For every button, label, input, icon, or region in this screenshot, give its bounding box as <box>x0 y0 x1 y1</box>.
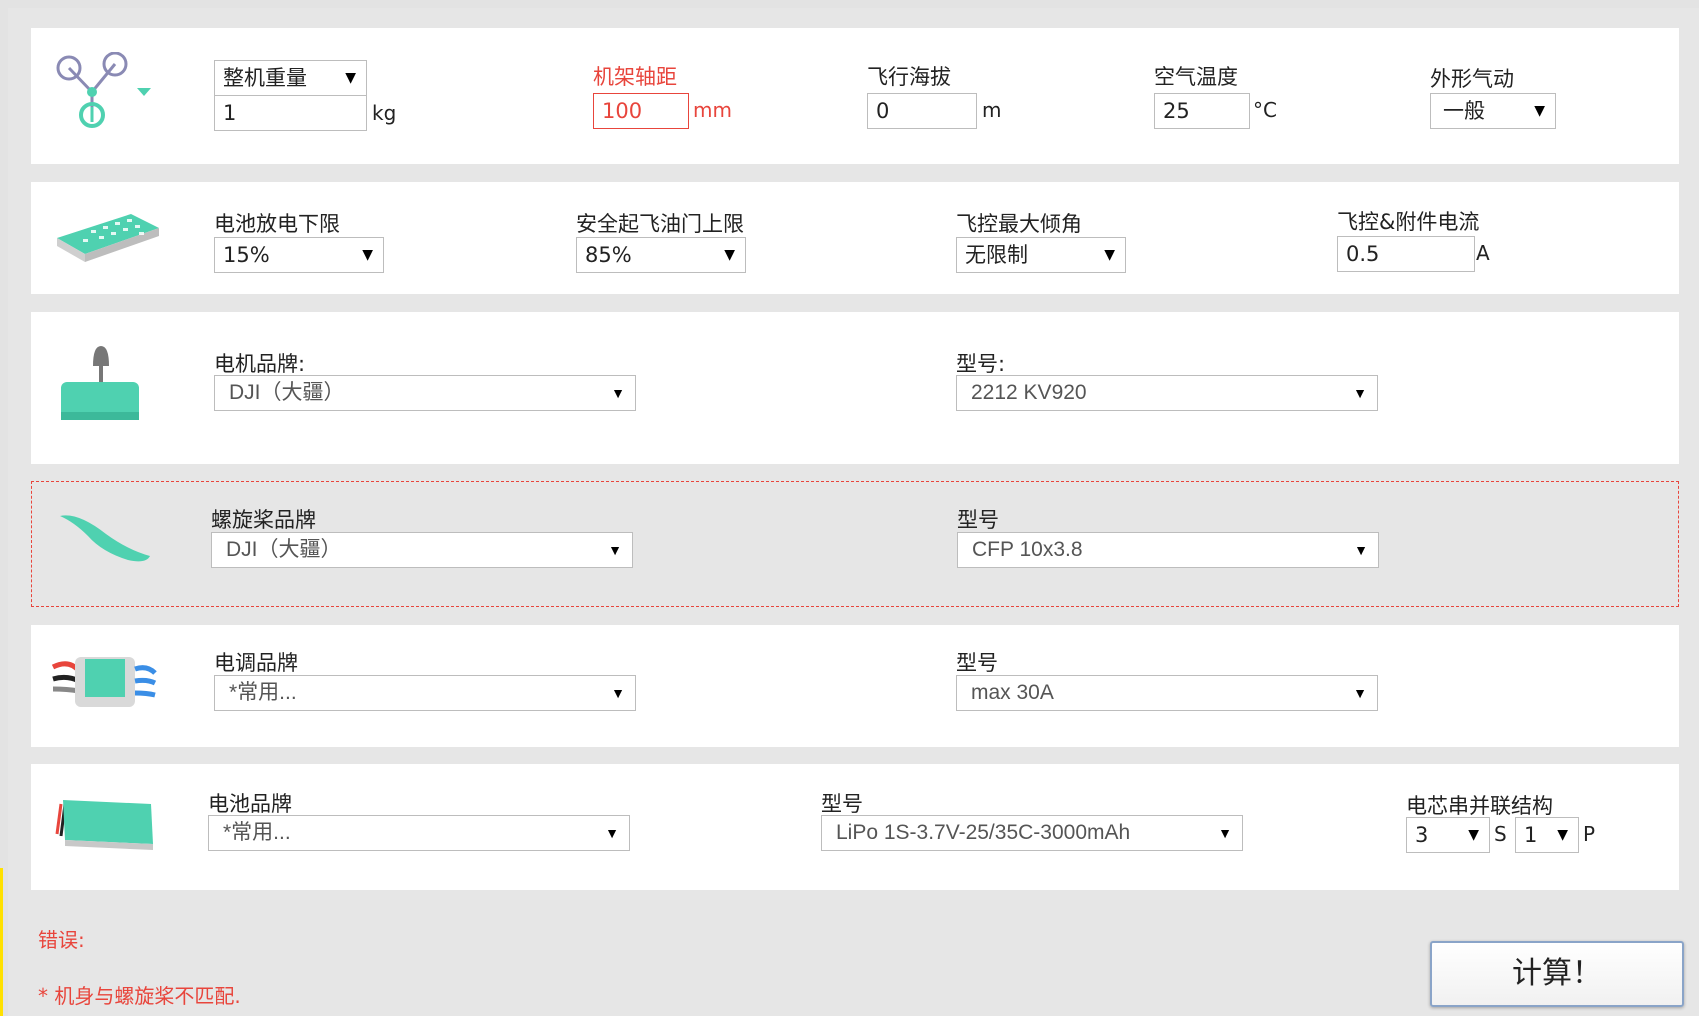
altitude-input[interactable]: 0 <box>867 93 977 129</box>
accessory-current-unit: A <box>1476 241 1490 265</box>
motor-panel: 电机品牌: DJI（大疆） 型号: 2212 KV920 <box>31 312 1679 464</box>
throttle-limit-select[interactable]: 85% <box>576 237 746 273</box>
weight-unit: kg <box>372 101 397 125</box>
series-unit: S <box>1494 822 1507 846</box>
accessory-current-label: 飞控&附件电流 <box>1337 210 1480 234</box>
battery-panel: 电池品牌 *常用... 型号 LiPo 1S-3.7V-25/35C-3000m… <box>31 764 1679 890</box>
aerodynamics-label: 外形气动 <box>1430 67 1514 91</box>
parallel-unit: P <box>1583 822 1596 846</box>
flight-controller-board-icon <box>57 214 159 262</box>
throttle-limit-label: 安全起飞油门上限 <box>576 212 744 236</box>
propeller-brand-select[interactable]: DJI（大疆） <box>211 532 633 568</box>
esc-icon <box>51 657 157 707</box>
altitude-label: 飞行海拔 <box>867 65 951 89</box>
motor-icon <box>61 346 139 420</box>
max-tilt-label: 飞控最大倾角 <box>956 212 1082 236</box>
motor-model-label: 型号: <box>956 352 1006 376</box>
motor-model-select[interactable]: 2212 KV920 <box>956 375 1378 411</box>
frame-panel: 整机重量 1 kg 机架轴距 100 mm 飞行海拔 0 m 空气温度 25 °… <box>31 28 1679 164</box>
esc-model-label: 型号 <box>956 651 998 675</box>
esc-brand-select[interactable]: *常用... <box>214 675 636 711</box>
wheelbase-unit: mm <box>693 98 732 122</box>
cell-config-label: 电芯串并联结构 <box>1406 794 1553 818</box>
drone-frame-icon <box>56 52 151 128</box>
calculate-button[interactable]: 计算！ <box>1430 941 1684 1007</box>
temperature-label: 空气温度 <box>1154 65 1238 89</box>
wheelbase-input[interactable]: 100 <box>593 93 689 129</box>
propeller-panel: 螺旋桨品牌 DJI（大疆） 型号 CFP 10x3.8 <box>31 481 1679 607</box>
altitude-unit: m <box>982 98 1002 122</box>
battery-brand-select[interactable]: *常用... <box>208 815 630 851</box>
battery-brand-label: 电池品牌 <box>208 792 292 816</box>
motor-brand-select[interactable]: DJI（大疆） <box>214 375 636 411</box>
esc-brand-label: 电调品牌 <box>214 651 298 675</box>
propeller-brand-label: 螺旋桨品牌 <box>211 508 316 532</box>
propeller-icon <box>60 515 150 562</box>
error-message: * 机身与螺旋桨不匹配. <box>38 984 241 1008</box>
accessory-current-input[interactable]: 0.5 <box>1337 236 1475 272</box>
parallel-count-select[interactable]: 1 <box>1515 817 1579 853</box>
series-count-select[interactable]: 3 <box>1406 817 1490 853</box>
weight-input[interactable]: 1 <box>214 95 367 131</box>
wheelbase-label: 机架轴距 <box>593 65 677 89</box>
esc-model-select[interactable]: max 30A <box>956 675 1378 711</box>
battery-model-select[interactable]: LiPo 1S-3.7V-25/35C-3000mAh <box>821 815 1243 851</box>
aerodynamics-select[interactable]: 一般 <box>1430 93 1556 129</box>
weight-mode-select[interactable]: 整机重量 <box>214 60 367 96</box>
motor-brand-label: 电机品牌: <box>214 352 306 376</box>
battery-model-label: 型号 <box>821 792 863 816</box>
esc-panel: 电调品牌 *常用... 型号 max 30A <box>31 625 1679 747</box>
edge-marker <box>0 868 3 1016</box>
temperature-input[interactable]: 25 <box>1154 93 1250 129</box>
temperature-unit: °C <box>1253 98 1277 122</box>
propeller-model-select[interactable]: CFP 10x3.8 <box>957 532 1379 568</box>
battery-discharge-select[interactable]: 15% <box>214 237 384 273</box>
max-tilt-select[interactable]: 无限制 <box>956 237 1126 273</box>
battery-icon <box>55 800 153 850</box>
battery-discharge-label: 电池放电下限 <box>214 212 340 236</box>
flight-settings-panel: 电池放电下限 15% 安全起飞油门上限 85% 飞控最大倾角 无限制 飞控&附件… <box>31 182 1679 294</box>
error-title: 错误: <box>38 928 85 952</box>
propeller-model-label: 型号 <box>957 508 999 532</box>
